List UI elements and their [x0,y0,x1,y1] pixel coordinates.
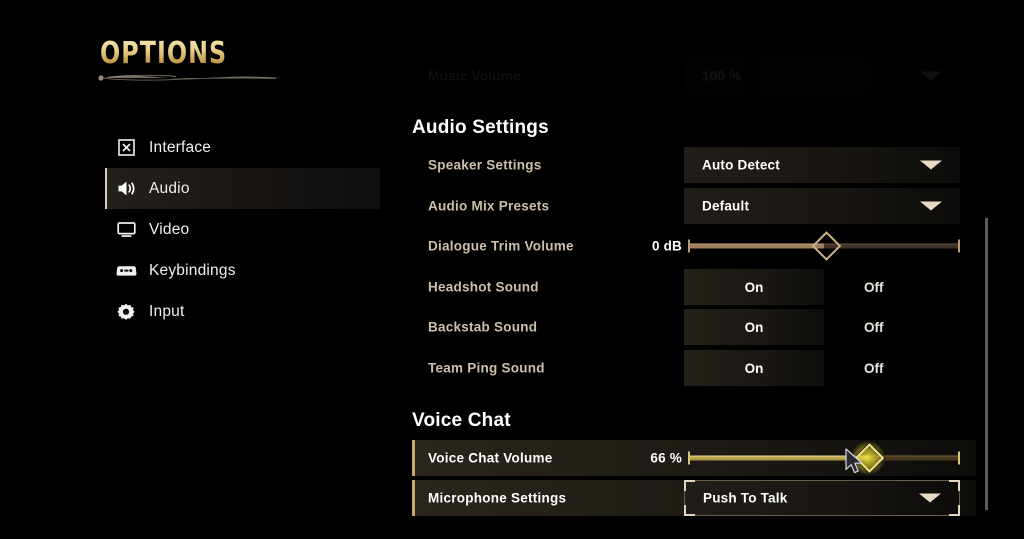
row-backstab-sound[interactable]: Backstab Sound On Off [412,309,976,345]
row-label: Team Ping Sound [428,360,545,376]
row-team-ping-sound[interactable]: Team Ping Sound On Off [412,350,976,386]
row-label: Headshot Sound [428,279,539,295]
keybindings-icon [115,260,137,282]
slider-cap-right [958,239,960,253]
dialogue-trim-value: 0 dB [651,238,682,254]
backstab-sound-off-option[interactable]: Off [864,309,924,345]
left-panel: OPTIONS Interface Audio Video Keybinding… [0,0,396,539]
speaker-settings-dropdown[interactable]: Auto Detect [684,147,960,183]
dropdown-value: Default [702,198,750,214]
dialogue-trim-slider[interactable] [688,231,960,261]
row-microphone-settings[interactable]: Microphone Settings Push To Talk [412,480,976,516]
sidebar-item-label: Video [149,220,190,238]
toggle-off-label: Off [864,279,884,295]
row-label: Microphone Settings [428,490,567,506]
toggle-on-label: On [744,319,764,335]
sidebar-item-audio[interactable]: Audio [105,168,380,209]
row-label: Dialogue Trim Volume [428,238,574,254]
dropdown-value: Push To Talk [703,490,788,506]
sidebar-nav: Interface Audio Video Keybindings Input [105,127,380,332]
focus-corner-bottom-left [684,505,695,516]
row-label: Speaker Settings [428,157,542,173]
input-gear-icon [115,301,137,323]
slider-cap-left [688,451,690,465]
title-flourish-ornament [98,74,283,81]
slider-handle[interactable] [811,231,841,261]
microphone-settings-dropdown[interactable]: Push To Talk [684,480,960,516]
sidebar-item-keybindings[interactable]: Keybindings [105,250,380,291]
audio-icon [115,178,137,200]
chevron-down-icon [920,71,942,81]
team-ping-sound-on-option[interactable]: On [684,350,824,386]
slider-cap-right [958,451,960,465]
interface-icon [115,137,137,159]
video-icon [115,219,137,241]
toggle-on-label: On [744,279,764,295]
sidebar-item-label: Input [149,302,185,320]
focus-corner-top-left [684,480,695,491]
slider-fill [688,243,824,249]
sidebar-item-label: Audio [149,179,190,197]
row-label: Music Volume [428,68,521,84]
row-dialogue-trim-volume[interactable]: Dialogue Trim Volume 0 dB [412,228,976,264]
focus-corner-top-right [949,480,960,491]
row-audio-mix-presets[interactable]: Audio Mix Presets Default [412,188,976,224]
toggle-on-label: On [744,360,764,376]
sidebar-item-label: Interface [149,138,212,156]
row-label: Backstab Sound [428,319,538,335]
focus-corner-bottom-right [949,505,960,516]
row-music-volume[interactable]: Music Volume 100 % [412,58,976,94]
headshot-sound-on-option[interactable]: On [684,269,824,305]
row-voice-chat-volume[interactable]: Voice Chat Volume 66 % [412,440,976,476]
slider-fill [688,455,868,461]
scrollbar-thumb[interactable] [985,218,988,510]
section-title-audio-settings: Audio Settings [412,117,549,138]
dropdown-value: Auto Detect [702,157,780,173]
section-title-voice-chat: Voice Chat [412,410,511,431]
backstab-sound-on-option[interactable]: On [684,309,824,345]
chevron-down-icon [920,160,942,170]
audio-mix-presets-dropdown[interactable]: Default [684,188,960,224]
sidebar-item-video[interactable]: Video [105,209,380,250]
page-title: OPTIONS [100,36,228,71]
voice-chat-volume-slider[interactable] [688,441,960,475]
sidebar-item-label: Keybindings [149,261,236,279]
voice-chat-volume-value: 66 % [650,450,682,466]
team-ping-sound-off-option[interactable]: Off [864,350,924,386]
row-speaker-settings[interactable]: Speaker Settings Auto Detect [412,147,976,183]
headshot-sound-off-option[interactable]: Off [864,269,924,305]
game-options-screen: OPTIONS Interface Audio Video Keybinding… [0,0,1024,539]
toggle-off-label: Off [864,319,884,335]
dropdown-value: 100 % [702,68,742,84]
row-label: Audio Mix Presets [428,198,550,214]
row-label: Voice Chat Volume [428,450,553,466]
chevron-down-icon [919,493,941,503]
music-volume-dropdown[interactable]: 100 % [684,58,960,94]
slider-cap-left [688,239,690,253]
settings-panel: Music Volume 100 % Audio Settings Speake… [396,0,1024,539]
sidebar-item-input[interactable]: Input [105,291,380,332]
row-headshot-sound[interactable]: Headshot Sound On Off [412,269,976,305]
sidebar-item-interface[interactable]: Interface [105,127,380,168]
toggle-off-label: Off [864,360,884,376]
chevron-down-icon [920,201,942,211]
